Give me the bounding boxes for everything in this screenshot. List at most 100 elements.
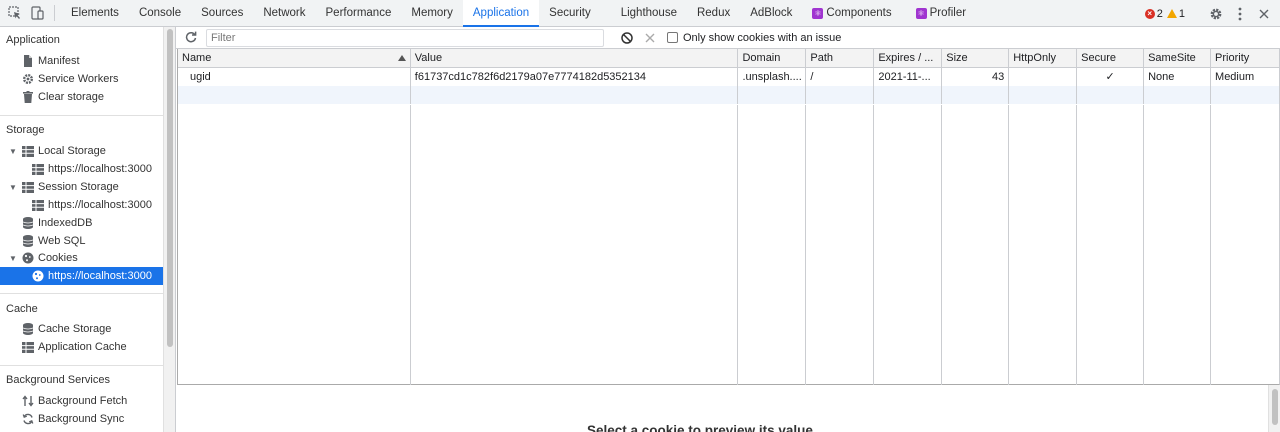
sidebar-item-label: Clear storage [38, 91, 105, 103]
cell-size[interactable]: 43 [942, 68, 1010, 86]
only-issue-checkbox[interactable] [667, 32, 678, 43]
tab-lighthouse[interactable]: Lighthouse [601, 0, 687, 26]
cookies-toolbar: Only show cookies with an issue [176, 27, 1280, 49]
sidebar-item-cache-storage[interactable]: Cache Storage [0, 320, 163, 338]
cookie-preview-pane: Select a cookie to preview its value [177, 385, 1280, 432]
expand-arrow-icon[interactable]: ▼ [8, 147, 18, 156]
refresh-icon[interactable] [185, 31, 197, 46]
sidebar-item-indexeddb[interactable]: IndexedDB [0, 214, 163, 232]
header-label: HttpOnly [1013, 52, 1057, 64]
up-down-arrows-icon [22, 395, 34, 407]
trash-icon [22, 91, 34, 103]
cell-samesite[interactable]: None [1144, 68, 1212, 86]
column-header-priority[interactable]: Priority [1211, 49, 1279, 67]
tab-application[interactable]: Application [462, 0, 540, 27]
tab-profiler[interactable]: ⚛ Profiler [902, 0, 976, 26]
devtools-tabbar: Elements Console Sources Network Perform… [0, 0, 1280, 27]
column-header-name[interactable]: Name [178, 49, 411, 67]
only-issue-label: Only show cookies with an issue [683, 31, 842, 44]
table-grid-icon [32, 199, 44, 211]
column-header-domain[interactable]: Domain [738, 49, 807, 67]
table-header: Name Value Domain Path Expires / ... Siz… [178, 49, 1279, 68]
section-divider [0, 365, 163, 366]
sidebar-item-application-cache[interactable]: Application Cache [0, 338, 163, 356]
sidebar-item-cookies[interactable]: ▼ Cookies [0, 249, 163, 267]
header-label: Path [810, 52, 834, 64]
empty-cell [738, 86, 807, 104]
cell-expires[interactable]: 2021-11-... [874, 68, 943, 86]
toolbar-right: × 2 1 [1144, 0, 1280, 27]
cell-domain[interactable]: .unsplash.... [738, 68, 807, 86]
panel-tabs: Elements Console Sources Network Perform… [61, 0, 976, 27]
tab-sources[interactable]: Sources [191, 0, 253, 26]
cell-value[interactable]: f61737cd1c782f6d2179a07e7774182d5352134 [411, 68, 739, 86]
tab-adblock[interactable]: AdBlock [740, 0, 802, 26]
scrollbar-thumb[interactable] [167, 29, 173, 347]
tab-performance[interactable]: Performance [316, 0, 402, 26]
tab-security[interactable]: Security [539, 0, 601, 26]
cell-httponly[interactable] [1009, 68, 1078, 86]
sidebar-item-manifest[interactable]: Manifest [0, 52, 163, 70]
sidebar-item-background-sync[interactable]: Background Sync [0, 410, 163, 428]
sidebar-item-websql[interactable]: Web SQL [0, 232, 163, 250]
cell-path[interactable]: / [806, 68, 875, 86]
sidebar-item-session-storage-origin[interactable]: https://localhost:3000 [0, 196, 163, 214]
sidebar-item-local-storage[interactable]: ▼ Local Storage [0, 142, 163, 160]
sidebar-item-session-storage[interactable]: ▼ Session Storage [0, 178, 163, 196]
column-header-value[interactable]: Value [411, 49, 739, 67]
filter-input[interactable] [206, 28, 604, 47]
sidebar-item-label: Local Storage [38, 145, 106, 157]
tab-components[interactable]: ⚛ Components [802, 0, 901, 26]
tab-console[interactable]: Console [129, 0, 191, 26]
tab-memory[interactable]: Memory [401, 0, 463, 26]
table-row[interactable]: ugid f61737cd1c782f6d2179a07e7774182d535… [178, 68, 1279, 86]
scrollbar-thumb[interactable] [1272, 389, 1278, 425]
sort-ascending-icon [397, 55, 406, 61]
react-icon: ⚛ [915, 7, 927, 19]
issues-counter[interactable]: × 2 1 [1144, 8, 1185, 20]
delete-selected-icon[interactable] [645, 33, 655, 43]
column-filler [942, 105, 1010, 385]
column-header-size[interactable]: Size [942, 49, 1010, 67]
column-header-expires[interactable]: Expires / ... [874, 49, 943, 67]
column-filler [874, 105, 943, 385]
only-issue-checkbox-row[interactable]: Only show cookies with an issue [667, 32, 841, 44]
column-header-httponly[interactable]: HttpOnly [1009, 49, 1078, 67]
cell-secure[interactable]: ✓ [1077, 68, 1145, 86]
clear-all-icon[interactable] [621, 31, 633, 44]
table-row-empty[interactable] [178, 86, 1279, 104]
tab-redux[interactable]: Redux [687, 0, 740, 26]
sidebar-item-cookies-origin[interactable]: https://localhost:3000 [0, 267, 163, 285]
gear-icon[interactable] [1204, 0, 1228, 27]
cell-priority[interactable]: Medium [1211, 68, 1279, 86]
column-header-secure[interactable]: Secure [1077, 49, 1145, 67]
column-filler [1077, 105, 1145, 385]
tab-network[interactable]: Network [253, 0, 315, 26]
close-icon[interactable] [1252, 0, 1276, 27]
sync-icon [22, 413, 34, 425]
empty-cell [178, 86, 411, 104]
more-vertical-icon[interactable] [1228, 0, 1252, 27]
sidebar-item-label: Application Cache [38, 341, 127, 353]
column-header-samesite[interactable]: SameSite [1144, 49, 1212, 67]
sidebar-item-clear-storage[interactable]: Clear storage [0, 88, 163, 106]
section-divider [0, 115, 163, 116]
empty-cell [874, 86, 943, 104]
preview-scrollbar[interactable] [1268, 385, 1280, 432]
sidebar-scrollbar[interactable] [163, 27, 176, 432]
tab-elements[interactable]: Elements [61, 0, 129, 26]
column-filler [738, 105, 807, 385]
device-toolbar-icon[interactable] [26, 0, 48, 26]
sidebar-item-label: Session Storage [38, 181, 119, 193]
column-header-path[interactable]: Path [806, 49, 875, 67]
header-label: SameSite [1148, 52, 1196, 64]
sidebar-item-local-storage-origin[interactable]: https://localhost:3000 [0, 160, 163, 178]
inspect-element-icon[interactable] [4, 0, 26, 26]
sidebar-item-background-fetch[interactable]: Background Fetch [0, 392, 163, 410]
database-icon [22, 235, 34, 247]
expand-arrow-icon[interactable]: ▼ [8, 183, 18, 192]
section-title-storage: Storage [6, 124, 45, 136]
sidebar-item-service-workers[interactable]: Service Workers [0, 70, 163, 88]
cell-name[interactable]: ugid [178, 68, 411, 86]
expand-arrow-icon[interactable]: ▼ [8, 254, 18, 263]
